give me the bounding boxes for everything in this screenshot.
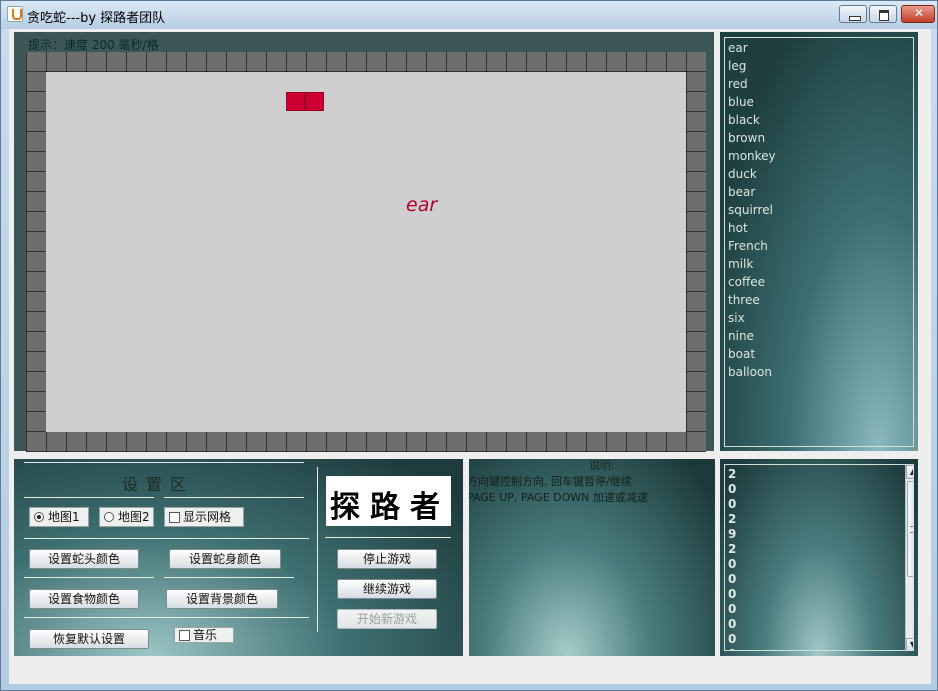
score-digit: 0 xyxy=(728,572,737,586)
radio-unselected-icon xyxy=(104,512,114,522)
app-window: 贪吃蛇---by 探路者团队 提示：速度 200 毫秒/格 ear ear le… xyxy=(0,0,938,691)
food-word: ear xyxy=(406,194,438,216)
scroll-thumb[interactable] xyxy=(907,481,913,577)
list-item: monkey xyxy=(728,149,776,163)
game-board-wall: ear xyxy=(26,52,706,452)
score-digit: 2 xyxy=(728,512,737,526)
instructions-panel: 说明: 方向键控制方向, 回车键暂停/继续 PAGE UP, PAGE DOWN… xyxy=(469,459,715,656)
radio-selected-icon xyxy=(34,512,44,522)
maximize-button[interactable] xyxy=(869,5,897,23)
snake-head-color-button[interactable]: 设置蛇头颜色 xyxy=(29,549,139,569)
score-digit: 0 xyxy=(728,632,737,646)
settings-title: 设置区 xyxy=(122,475,195,494)
divider xyxy=(325,537,451,538)
score-digit: 0 xyxy=(728,602,737,616)
grip-icon xyxy=(910,526,913,533)
score-digit: 0 xyxy=(728,617,737,631)
list-item: nine xyxy=(728,329,754,343)
title-bar: 贪吃蛇---by 探路者团队 xyxy=(1,1,937,29)
snake-body-color-button[interactable]: 设置蛇身颜色 xyxy=(169,549,281,569)
list-item: ear xyxy=(728,41,748,55)
minimize-button[interactable] xyxy=(839,5,867,23)
list-item: balloon xyxy=(728,365,772,379)
game-panel: 提示：速度 200 毫秒/格 ear xyxy=(14,32,714,452)
word-list-panel: ear leg red blue black brown monkey duck… xyxy=(720,32,918,451)
instructions-title: 说明: xyxy=(589,459,615,472)
reset-default-button[interactable]: 恢复默认设置 xyxy=(29,629,149,649)
divider xyxy=(24,577,154,578)
list-item: coffee xyxy=(728,275,765,289)
instructions-line: PAGE UP, PAGE DOWN 加速或减速 xyxy=(469,491,648,504)
show-grid-checkbox[interactable]: 显示网格 xyxy=(164,507,244,527)
score-digit: 2 xyxy=(728,467,737,481)
new-game-button[interactable]: 开始新游戏 xyxy=(337,609,437,629)
divider xyxy=(24,538,309,539)
snake-head xyxy=(286,92,305,111)
word-list[interactable]: ear leg red blue black brown monkey duck… xyxy=(724,37,914,447)
java-app-icon xyxy=(7,6,23,22)
team-logo: 探路者 xyxy=(326,476,451,526)
music-checkbox[interactable]: 音乐 xyxy=(174,627,234,643)
close-button[interactable] xyxy=(901,5,935,23)
divider xyxy=(24,462,304,463)
list-item: leg xyxy=(728,59,747,73)
music-label: 音乐 xyxy=(193,628,218,642)
divider xyxy=(164,577,294,578)
scroll-up-arrow-icon[interactable]: ▲ xyxy=(906,465,913,479)
divider xyxy=(24,497,154,498)
map2-label: 地图2 xyxy=(118,510,150,524)
score-digit: 0 xyxy=(728,557,737,571)
score-digit: 9 xyxy=(728,527,737,541)
map1-label: 地图1 xyxy=(48,510,80,524)
window-title: 贪吃蛇---by 探路者团队 xyxy=(27,11,166,26)
checkbox-icon xyxy=(169,512,180,523)
score-digit: 0 xyxy=(728,482,737,496)
vertical-scrollbar[interactable]: ▲ ▼ xyxy=(905,465,913,650)
divider-vertical xyxy=(317,467,318,632)
list-item: blue xyxy=(728,95,754,109)
scroll-down-arrow-icon[interactable]: ▼ xyxy=(906,638,913,650)
score-panel: 2 0 0 2 9 2 0 0 0 0 0 0 0 ▲ ▼ xyxy=(720,459,918,656)
list-item: duck xyxy=(728,167,757,181)
settings-panel: 设置区 地图1 地图2 显示网格 设置蛇头颜色 设置蛇身颜色 设置食物颜色 设置… xyxy=(14,459,463,656)
food-color-button[interactable]: 设置食物颜色 xyxy=(29,589,139,609)
background-color-button[interactable]: 设置背景颜色 xyxy=(166,589,278,609)
speed-hint: 提示：速度 200 毫秒/格 xyxy=(28,38,159,52)
score-text-area[interactable]: 2 0 0 2 9 2 0 0 0 0 0 0 0 ▲ ▼ xyxy=(724,464,914,651)
divider xyxy=(24,617,309,618)
snake-body-segment xyxy=(305,92,324,111)
list-item: red xyxy=(728,77,748,91)
client-area: 提示：速度 200 毫秒/格 ear ear leg red blue blac… xyxy=(9,29,931,684)
score-digit: 0 xyxy=(728,647,736,650)
score-digit: 2 xyxy=(728,542,737,556)
list-item: black xyxy=(728,113,760,127)
list-item: milk xyxy=(728,257,754,271)
map1-radio[interactable]: 地图1 xyxy=(29,507,89,527)
list-item: hot xyxy=(728,221,748,235)
show-grid-label: 显示网格 xyxy=(183,510,232,524)
list-item: boat xyxy=(728,347,756,361)
score-digit: 0 xyxy=(728,587,737,601)
map2-radio[interactable]: 地图2 xyxy=(99,507,154,527)
list-item: bear xyxy=(728,185,756,199)
list-item: squirrel xyxy=(728,203,773,217)
checkbox-icon xyxy=(179,630,190,641)
instructions-line: 方向键控制方向, 回车键暂停/继续 xyxy=(469,475,632,488)
score-digit: 0 xyxy=(728,497,737,511)
logo-text: 探路者 xyxy=(330,490,450,525)
divider xyxy=(164,497,304,498)
game-field[interactable]: ear xyxy=(46,72,686,432)
list-item: six xyxy=(728,311,745,325)
list-item: three xyxy=(728,293,760,307)
continue-game-button[interactable]: 继续游戏 xyxy=(337,579,437,599)
list-item: brown xyxy=(728,131,766,145)
list-item: French xyxy=(728,239,768,253)
stop-game-button[interactable]: 停止游戏 xyxy=(337,549,437,569)
